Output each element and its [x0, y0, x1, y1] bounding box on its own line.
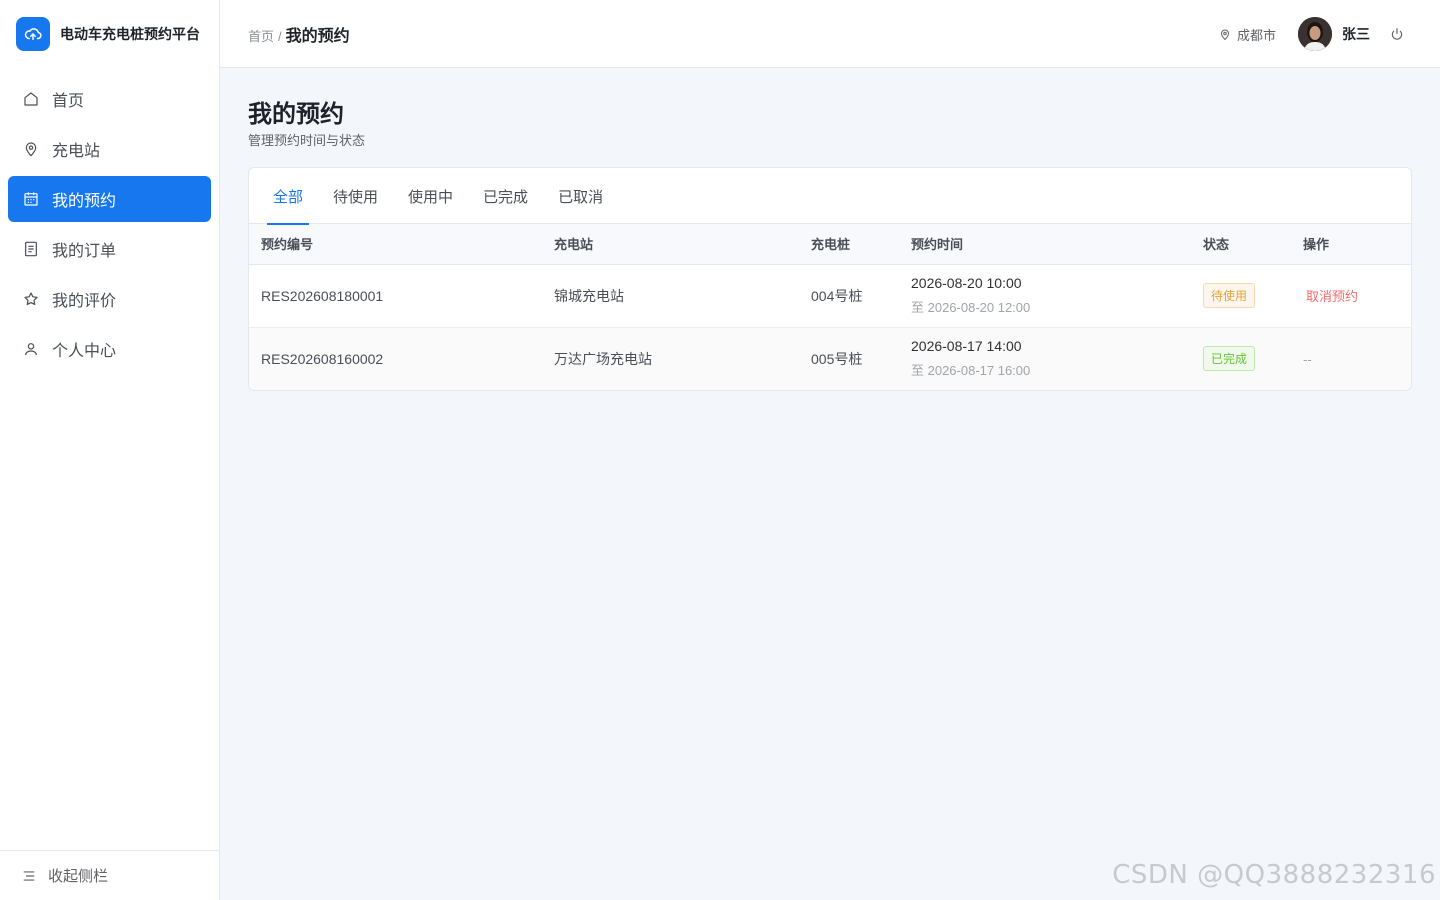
home-icon	[22, 90, 40, 108]
no-action-placeholder: --	[1303, 351, 1312, 367]
reservation-id: RES202608160002	[261, 350, 384, 367]
column-header-action: 操作	[1291, 224, 1411, 265]
column-header-pile: 充电桩	[799, 224, 899, 265]
tab-completed[interactable]: 已完成	[477, 168, 534, 224]
time-end: 至 2026-08-17 16:00	[911, 363, 1031, 378]
column-header-status: 状态	[1191, 224, 1291, 265]
table-header-row: 预约编号 充电站 充电桩 预约时间 状态 操作	[249, 224, 1411, 265]
page-title: 我的预约	[248, 101, 344, 128]
time-start: 2026-08-17 14:00	[911, 338, 1022, 354]
breadcrumb-separator: /	[278, 28, 282, 44]
sidebar-menu: 首页 充电站 我的预约 我的订单 我的评价 个人中心	[0, 68, 219, 372]
collapse-label: 收起侧栏	[48, 868, 109, 885]
location-pin-icon	[1219, 28, 1231, 41]
breadcrumb: 首页 / 我的预约	[248, 22, 350, 46]
reservations-card: 全部 待使用 使用中 已完成 已取消 预约编号 充电站 充电桩 预约时间 状态 …	[248, 167, 1412, 391]
menu-fold-icon	[22, 869, 36, 883]
city-selector[interactable]: 成都市	[1219, 25, 1276, 44]
sidebar-item-profile[interactable]: 个人中心	[8, 326, 211, 372]
station-name: 万达广场充电站	[554, 350, 652, 367]
watermark: CSDN @QQ3888232316	[1112, 860, 1436, 890]
status-badge: 待使用	[1203, 283, 1256, 308]
sidebar-item-reservations[interactable]: 我的预约	[8, 176, 211, 222]
reservations-table: 预约编号 充电站 充电桩 预约时间 状态 操作 RES202608180001 …	[249, 224, 1411, 390]
table-row: RES202608180001 锦城充电站 004号桩 2026-08-20 1…	[249, 264, 1411, 327]
status-cell: 待使用	[1191, 264, 1291, 327]
brand[interactable]: 电动车充电桩预约平台	[0, 0, 219, 68]
sidebar-item-reviews[interactable]: 我的评价	[8, 276, 211, 322]
sidebar-item-label: 充电站	[52, 143, 101, 160]
sidebar-item-stations[interactable]: 充电站	[8, 126, 211, 172]
logout-power-icon[interactable]	[1390, 27, 1404, 41]
action-cell: 取消预约	[1291, 264, 1411, 327]
document-icon	[22, 240, 40, 258]
user-icon	[22, 340, 40, 358]
table-row: RES202608160002 万达广场充电站 005号桩 2026-08-17…	[249, 327, 1411, 390]
reservation-id: RES202608180001	[261, 287, 384, 304]
sidebar-item-orders[interactable]: 我的订单	[8, 226, 211, 272]
station-name: 锦城充电站	[554, 287, 624, 304]
username[interactable]: 张三	[1342, 24, 1370, 44]
time-end: 至 2026-08-20 12:00	[911, 300, 1031, 315]
pile-name: 004号桩	[811, 287, 863, 304]
collapse-sidebar-button[interactable]: 收起侧栏	[0, 850, 219, 900]
page-subtitle: 管理预约时间与状态	[248, 133, 366, 148]
breadcrumb-home[interactable]: 首页	[248, 26, 274, 45]
sidebar-item-home[interactable]: 首页	[8, 76, 211, 122]
sidebar-item-label: 首页	[52, 93, 85, 110]
sidebar-item-label: 我的预约	[52, 193, 117, 210]
status-tabs: 全部 待使用 使用中 已完成 已取消	[249, 168, 1411, 225]
action-cell: --	[1291, 327, 1411, 390]
cloud-upload-icon	[16, 17, 50, 51]
calendar-icon	[22, 190, 40, 208]
column-header-id: 预约编号	[249, 224, 542, 265]
avatar[interactable]	[1298, 17, 1332, 51]
status-badge: 已完成	[1203, 346, 1256, 371]
top-header: 首页 / 我的预约 成都市 张三	[220, 0, 1440, 68]
column-header-time: 预约时间	[899, 224, 1191, 265]
reservation-time: 2026-08-20 10:00 至 2026-08-20 12:00	[899, 264, 1191, 327]
pile-name: 005号桩	[811, 350, 863, 367]
sidebar-item-label: 我的评价	[52, 293, 117, 310]
time-start: 2026-08-20 10:00	[911, 275, 1022, 291]
column-header-station: 充电站	[542, 224, 799, 265]
sidebar: 电动车充电桩预约平台 首页 充电站 我的预约 我的订单 我的评价 个人中心 收起…	[0, 0, 220, 900]
sidebar-item-label: 个人中心	[52, 343, 117, 360]
sidebar-item-label: 我的订单	[52, 243, 117, 260]
cancel-reservation-link[interactable]: 取消预约	[1306, 289, 1358, 304]
tab-cancelled[interactable]: 已取消	[552, 168, 609, 224]
tab-all[interactable]: 全部	[267, 168, 310, 225]
tab-in-use[interactable]: 使用中	[402, 168, 459, 224]
breadcrumb-current: 我的预约	[285, 27, 350, 45]
brand-title: 电动车充电桩预约平台	[60, 26, 200, 42]
star-icon	[22, 290, 40, 308]
city-name: 成都市	[1236, 27, 1276, 43]
header-actions: 成都市 张三	[1219, 0, 1404, 68]
status-cell: 已完成	[1191, 327, 1291, 390]
reservation-time: 2026-08-17 14:00 至 2026-08-17 16:00	[899, 327, 1191, 390]
location-pin-icon	[22, 140, 40, 158]
tab-pending[interactable]: 待使用	[327, 168, 384, 224]
